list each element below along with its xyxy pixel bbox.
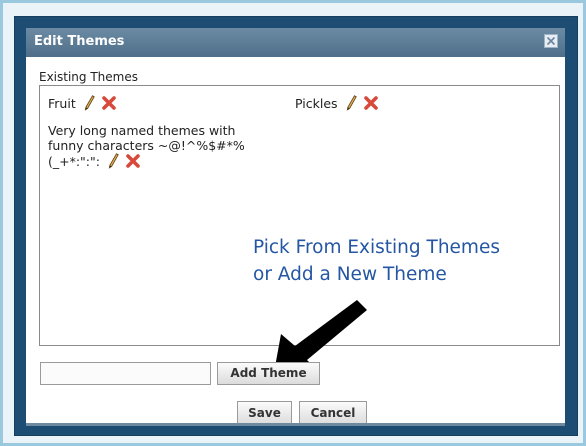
delete-theme-button[interactable] xyxy=(125,153,141,172)
pencil-icon xyxy=(346,95,357,111)
annotation-line-2: or Add a New Theme xyxy=(253,264,447,285)
close-button[interactable] xyxy=(544,34,558,48)
save-button[interactable]: Save xyxy=(237,401,292,425)
delete-theme-button[interactable] xyxy=(101,95,117,114)
pencil-icon xyxy=(108,153,119,169)
edit-themes-dialog: Edit Themes Existing Themes Fruit Pickle… xyxy=(14,16,578,436)
dialog-content: Existing Themes Fruit Pickles Very long … xyxy=(26,57,565,425)
cancel-button[interactable]: Cancel xyxy=(299,401,367,425)
theme-item-fruit: Fruit xyxy=(48,95,117,114)
delete-x-icon xyxy=(126,154,140,168)
existing-themes-label: Existing Themes xyxy=(39,70,138,84)
annotation-line-1: Pick From Existing Themes xyxy=(253,237,500,258)
add-theme-button[interactable]: Add Theme xyxy=(217,362,320,385)
delete-x-icon xyxy=(363,96,378,110)
edit-theme-button[interactable] xyxy=(346,95,357,114)
new-theme-input[interactable] xyxy=(40,362,211,385)
close-icon xyxy=(546,36,556,46)
dialog-titlebar: Edit Themes xyxy=(26,28,565,57)
pencil-icon xyxy=(84,95,95,111)
theme-name: Very long named themes with funny charac… xyxy=(48,123,245,169)
theme-item-pickles: Pickles xyxy=(295,95,379,114)
edit-theme-button[interactable] xyxy=(84,95,95,114)
dialog-bottom-edge xyxy=(26,423,565,426)
delete-x-icon xyxy=(101,96,116,110)
annotation-callout: Pick From Existing Themes or Add a New T… xyxy=(253,234,500,288)
existing-themes-list: Fruit Pickles Very long named themes wit… xyxy=(39,85,560,378)
theme-item-long-name: Very long named themes with funny charac… xyxy=(48,123,298,172)
dialog-title: Edit Themes xyxy=(34,34,125,49)
edit-theme-button[interactable] xyxy=(108,153,119,172)
theme-name: Fruit xyxy=(48,96,76,111)
screenshot-frame: Edit Themes Existing Themes Fruit Pickle… xyxy=(0,0,586,446)
delete-theme-button[interactable] xyxy=(363,95,379,114)
theme-name: Pickles xyxy=(295,96,338,111)
